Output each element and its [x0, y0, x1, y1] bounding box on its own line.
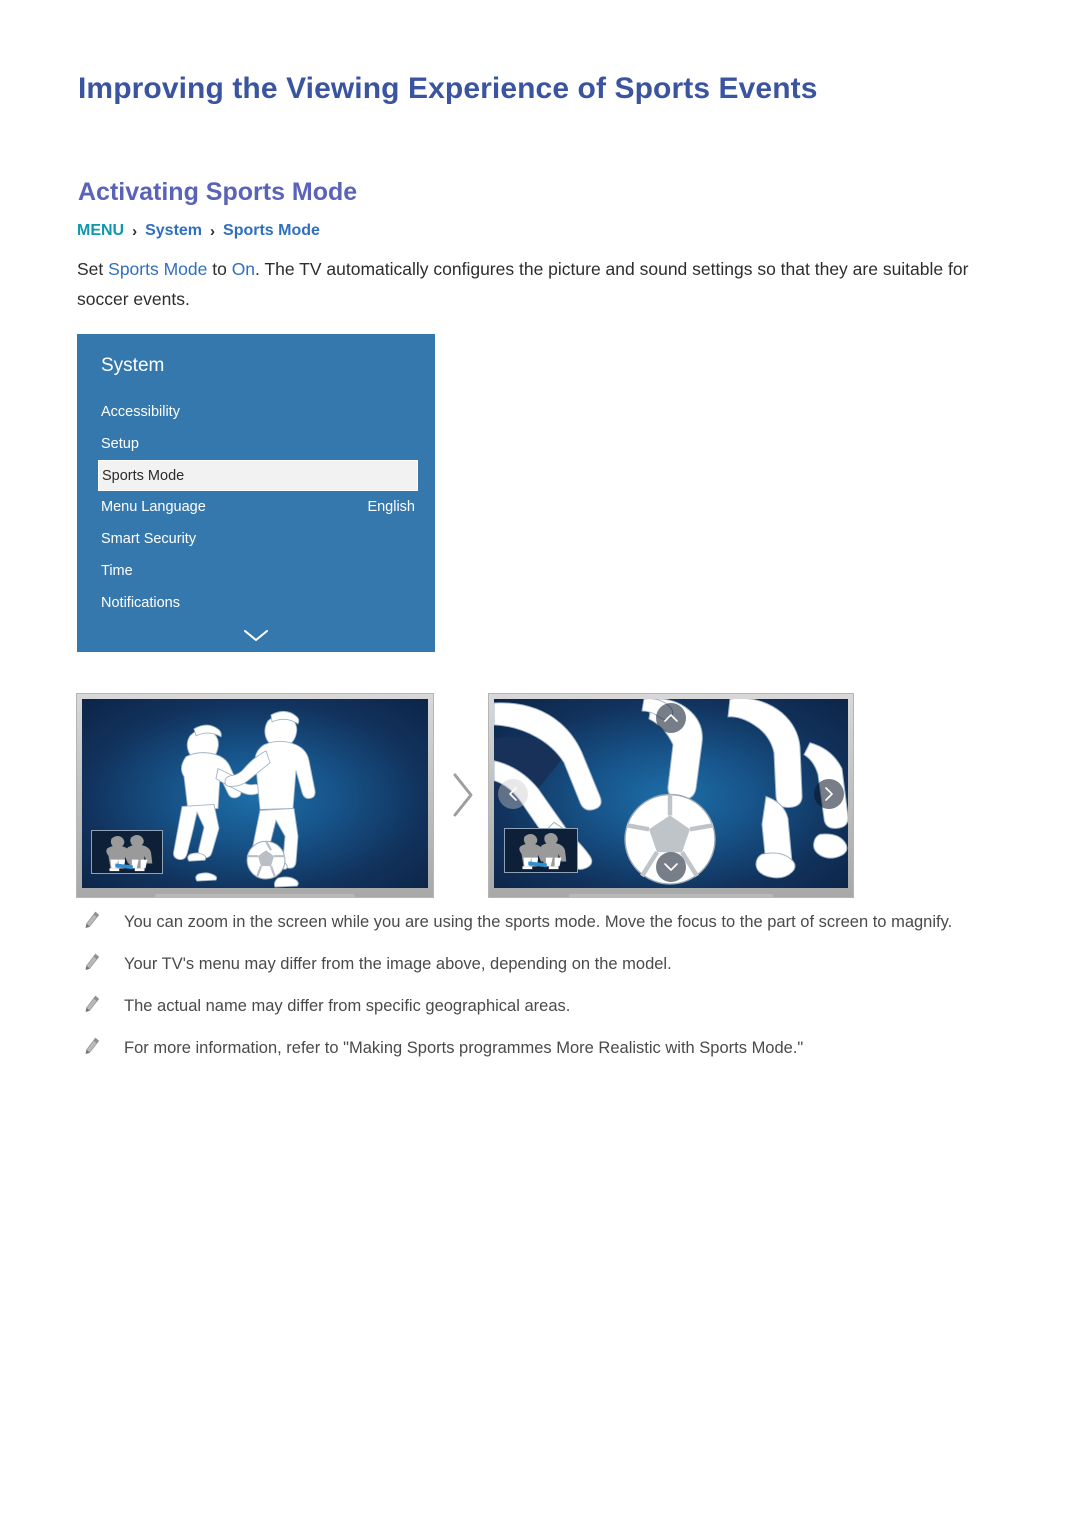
tv-stand — [155, 894, 355, 898]
breadcrumb-menu: MENU — [77, 222, 125, 239]
tv-zoomed-view — [488, 693, 854, 898]
pip-thumbnail — [504, 828, 578, 873]
pencil-note-icon — [84, 1034, 106, 1060]
pencil-note-icon — [84, 992, 106, 1018]
section-title: Activating Sports Mode — [78, 178, 358, 206]
menu-scroll-down-chevron-icon[interactable] — [77, 629, 435, 643]
document-page: Improving the Viewing Experience of Spor… — [0, 0, 1080, 1527]
nav-down-button[interactable] — [656, 852, 686, 882]
breadcrumb-separator-icon: › — [210, 222, 216, 240]
note-text: Your TV's menu may differ from the image… — [124, 955, 672, 973]
breadcrumb-sports-mode: Sports Mode — [223, 222, 320, 239]
menu-item-label: Setup — [101, 436, 139, 452]
menu-panel-heading: System — [101, 355, 165, 376]
note-item: The actual name may differ from specific… — [84, 992, 1009, 1020]
tv-stand — [569, 894, 773, 898]
menu-item-value: English — [367, 499, 415, 515]
breadcrumb: MENU › System › Sports Mode — [77, 222, 320, 240]
notes-list: You can zoom in the screen while you are… — [84, 908, 1009, 1076]
menu-item-label: Smart Security — [101, 531, 197, 547]
tv-illustration-group — [76, 693, 866, 901]
menu-item-label: Accessibility — [101, 404, 180, 420]
note-item: For more information, refer to "Making S… — [84, 1034, 1009, 1062]
menu-item-label: Sports Mode — [102, 467, 185, 484]
breadcrumb-separator-icon: › — [132, 222, 138, 240]
paragraph-part-2: to — [207, 259, 232, 279]
note-text: You can zoom in the screen while you are… — [124, 913, 953, 931]
tv-normal-screen — [82, 699, 428, 888]
zoom-transition-chevron-right-icon — [442, 769, 482, 821]
menu-item-menu-language[interactable]: Menu Language English — [77, 491, 435, 523]
menu-item-notifications[interactable]: Notifications — [77, 587, 435, 619]
pip-thumbnail — [91, 830, 163, 874]
menu-item-sports-mode[interactable]: Sports Mode — [98, 460, 418, 491]
menu-item-label: Time — [101, 563, 133, 579]
menu-item-label: Notifications — [101, 595, 180, 611]
note-item: You can zoom in the screen while you are… — [84, 908, 1009, 936]
paragraph-highlight-sports-mode: Sports Mode — [108, 259, 208, 279]
paragraph-highlight-on: On — [231, 259, 256, 279]
pencil-note-icon — [84, 950, 106, 976]
menu-item-smart-security[interactable]: Smart Security — [77, 523, 435, 555]
note-text: For more information, refer to "Making S… — [124, 1039, 804, 1057]
note-item: Your TV's menu may differ from the image… — [84, 950, 1009, 978]
menu-item-list: Accessibility Setup Sports Mode Menu Langua… — [77, 396, 435, 619]
paragraph-part-1: Set — [77, 259, 109, 279]
menu-item-setup[interactable]: Setup — [77, 428, 435, 460]
nav-right-button[interactable] — [814, 778, 844, 809]
tv-normal-view — [76, 693, 434, 898]
body-paragraph: Set Sports Mode to On. The TV automatica… — [77, 254, 1007, 314]
nav-left-button[interactable] — [498, 778, 528, 809]
pencil-note-icon — [84, 908, 106, 934]
nav-up-button[interactable] — [656, 703, 686, 733]
soccer-ball — [246, 840, 286, 880]
page-title: Improving the Viewing Experience of Spor… — [78, 72, 818, 105]
menu-item-accessibility[interactable]: Accessibility — [77, 396, 435, 428]
note-text: The actual name may differ from specific… — [124, 997, 571, 1015]
tv-system-menu-panel: System Accessibility Setup Sports Mode Menu… — [77, 334, 435, 652]
menu-item-time[interactable]: Time — [77, 555, 435, 587]
breadcrumb-system: System — [145, 222, 203, 239]
menu-item-label: Menu Language — [101, 499, 206, 515]
tv-zoomed-screen — [494, 699, 848, 888]
